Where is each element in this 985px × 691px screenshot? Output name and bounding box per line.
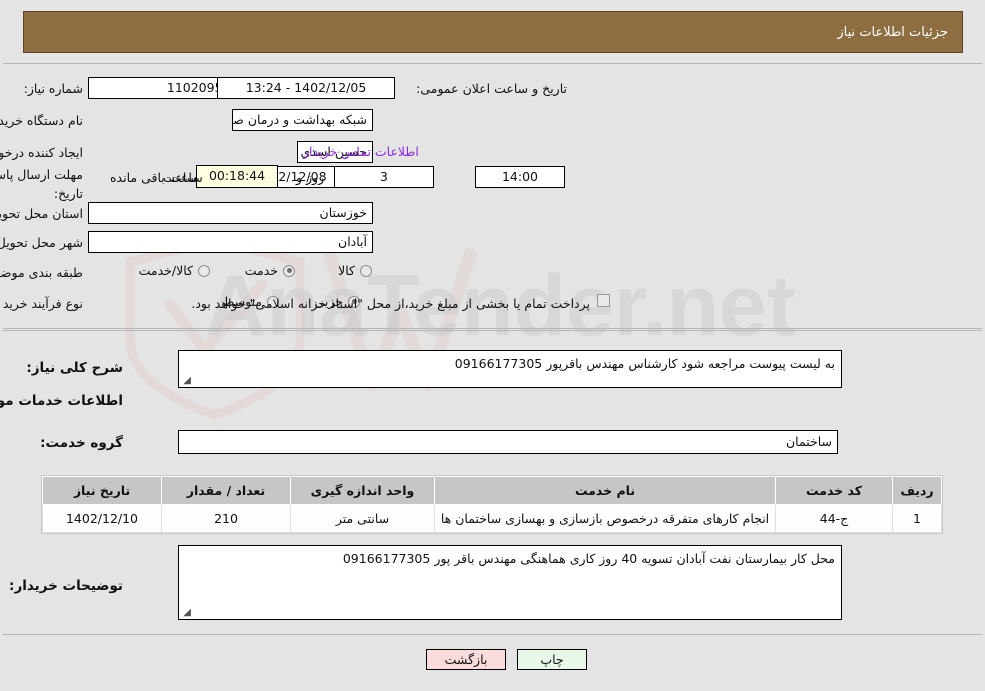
services-info-title: اطلاعات خدمات مورد نیاز [0, 393, 123, 409]
cell-service-name: انجام کارهای متفرقه درخصوص بازسازی و بهس… [434, 504, 776, 533]
city-value: آبادان [88, 231, 373, 253]
category-label: طبقه بندی موضوعی: [0, 265, 83, 280]
countdown-label: ساعت باقی مانده [110, 170, 203, 185]
category-option-label-0: کالا [338, 263, 355, 278]
treasury-documents-text: پرداخت تمام یا بخشی از مبلغ خرید،از محل … [191, 296, 590, 311]
need-summary-panel [3, 63, 982, 329]
buyer-notes-value: محل کار بیمارستان نفت آبادان تسویه 40 رو… [342, 551, 835, 566]
general-description-value: به لیست پیوست مراجعه شود کارشناس مهندس ب… [454, 356, 835, 371]
province-label: استان محل تحویل: [0, 206, 83, 221]
treasury-documents-checkbox[interactable] [597, 294, 610, 307]
deadline-label-line2: تاریخ: [53, 186, 83, 201]
col-header-service-code: کد خدمت [775, 476, 893, 505]
deadline-hour-value: 14:00 [475, 166, 565, 188]
cell-need-date: 1402/12/10 [42, 504, 162, 533]
category-option-label-2: کالا/خدمت [138, 263, 193, 278]
print-button[interactable]: چاپ [517, 649, 587, 670]
page-title: جزئیات اطلاعات نیاز [837, 24, 948, 40]
need-number-label: شماره نیاز: [23, 81, 83, 96]
announce-datetime-value: 1402/12/05 - 13:24 [217, 77, 395, 99]
category-option-label-1: خدمت [244, 263, 278, 278]
table-header-row: ردیف کد خدمت نام خدمت واحد اندازه گیری ت… [42, 476, 942, 505]
general-description-textarea[interactable]: به لیست پیوست مراجعه شود کارشناس مهندس ب… [178, 350, 842, 388]
cell-unit: سانتی متر [290, 504, 435, 533]
radio-indicator-kala[interactable] [360, 264, 372, 277]
announce-datetime-label: تاریخ و ساعت اعلان عمومی: [416, 81, 567, 96]
col-header-quantity: تعداد / مقدار [161, 476, 291, 505]
back-button[interactable]: بازگشت [426, 649, 506, 670]
services-table: ردیف کد خدمت نام خدمت واحد اندازه گیری ت… [42, 476, 942, 533]
buyer-contact-link[interactable]: اطلاعات تماس خریدار [303, 144, 419, 159]
radio-indicator-kala-khedmat[interactable] [198, 264, 210, 277]
resize-grip-icon-notes[interactable]: ◢ [181, 608, 191, 618]
service-group-label: گروه خدمت: [40, 435, 123, 451]
process-type-label: نوع فرآیند خرید : [0, 296, 83, 311]
requester-label: ایجاد کننده درخواست: [0, 145, 83, 160]
cell-row-no: 1 [892, 504, 942, 533]
buyer-notes-label: توضیحات خریدار: [9, 578, 123, 594]
col-header-unit: واحد اندازه گیری [290, 476, 435, 505]
province-value: خوزستان [88, 202, 373, 224]
buyer-org-label: نام دستگاه خریدار: [0, 113, 83, 128]
resize-grip-icon[interactable]: ◢ [181, 376, 191, 386]
page-header: جزئیات اطلاعات نیاز [23, 11, 963, 53]
category-radio-kala[interactable]: کالا [338, 263, 372, 278]
city-label: شهر محل تحویل: [0, 235, 83, 250]
col-header-need-date: تاریخ نیاز [42, 476, 162, 505]
col-header-row-no: ردیف [892, 476, 942, 505]
radio-indicator-khedmat[interactable] [283, 264, 295, 277]
general-description-label: شرح کلی نیاز: [26, 360, 123, 376]
remaining-days-value: 3 [334, 166, 434, 188]
countdown-timer: 00:18:44 [196, 165, 278, 188]
table-row: 1 ج-44 انجام کارهای متفرقه درخصوص بازساز… [42, 504, 942, 533]
cell-service-code: ج-44 [775, 504, 893, 533]
category-radio-khedmat[interactable]: خدمت [245, 263, 295, 278]
deadline-label-line1: مهلت ارسال پاسخ: تا [0, 167, 83, 182]
remaining-days-label: روز و [296, 170, 325, 185]
buyer-org-value: شبکه بهداشت و درمان صنعت نفت آبادان [232, 109, 373, 131]
buyer-notes-textarea[interactable]: محل کار بیمارستان نفت آبادان تسویه 40 رو… [178, 545, 842, 620]
cell-quantity: 210 [161, 504, 291, 533]
category-radio-kala-khedmat[interactable]: کالا/خدمت [139, 263, 210, 278]
col-header-service-name: نام خدمت [434, 476, 776, 505]
service-group-value: ساختمان [178, 430, 838, 454]
